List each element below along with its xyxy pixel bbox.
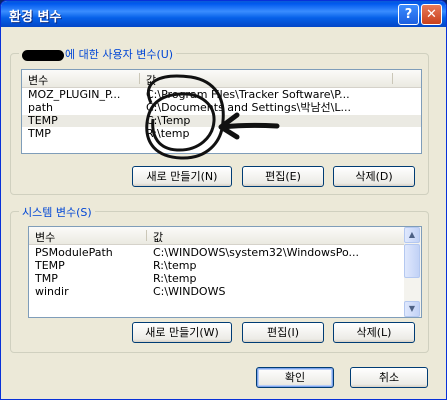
system-variables-list[interactable]: 변수 값 PSModulePath C:\WINDOWS\system32\Wi…	[28, 226, 422, 318]
list-item[interactable]: PSModulePath C:\WINDOWS\system32\Windows…	[29, 247, 421, 259]
column-header-variable[interactable]: 변수	[35, 229, 55, 244]
scroll-up-button[interactable]: ▲	[404, 227, 420, 243]
cancel-button[interactable]: 취소	[350, 367, 428, 388]
list-header: 변수 값	[29, 227, 421, 245]
delete-system-variable-button[interactable]: 삭제(L)	[333, 322, 415, 343]
list-item[interactable]: TMP R:\temp	[29, 273, 421, 285]
arrow-down-icon: ▼	[408, 304, 416, 313]
ok-button[interactable]: 확인	[256, 367, 334, 388]
scroll-down-button[interactable]: ▼	[404, 301, 420, 317]
system-variables-group: 시스템 변수(S) 변수 값 PSModulePath C:\WINDOWS\s…	[10, 204, 429, 353]
scroll-thumb[interactable]	[404, 244, 420, 278]
system-variables-label: 시스템 변수(S)	[19, 204, 95, 220]
new-system-variable-button[interactable]: 새로 만들기(W)	[132, 322, 232, 343]
edit-system-variable-button[interactable]: 편집(I)	[242, 322, 324, 343]
arrow-up-icon: ▲	[408, 230, 416, 239]
hand-drawn-circle-and-arrow-annotation	[145, 74, 280, 160]
column-header-value[interactable]: 값	[153, 229, 163, 244]
list-item[interactable]: TEMP R:\temp	[29, 260, 421, 272]
environment-variables-dialog: 환경 변수 ? ✕ 에 대한 사용자 변수(U) 변수 값 MOZ_PLUGIN…	[0, 0, 447, 400]
list-item[interactable]: windir C:\WINDOWS	[29, 286, 421, 298]
vertical-scrollbar[interactable]: ▲ ▼	[404, 227, 421, 317]
